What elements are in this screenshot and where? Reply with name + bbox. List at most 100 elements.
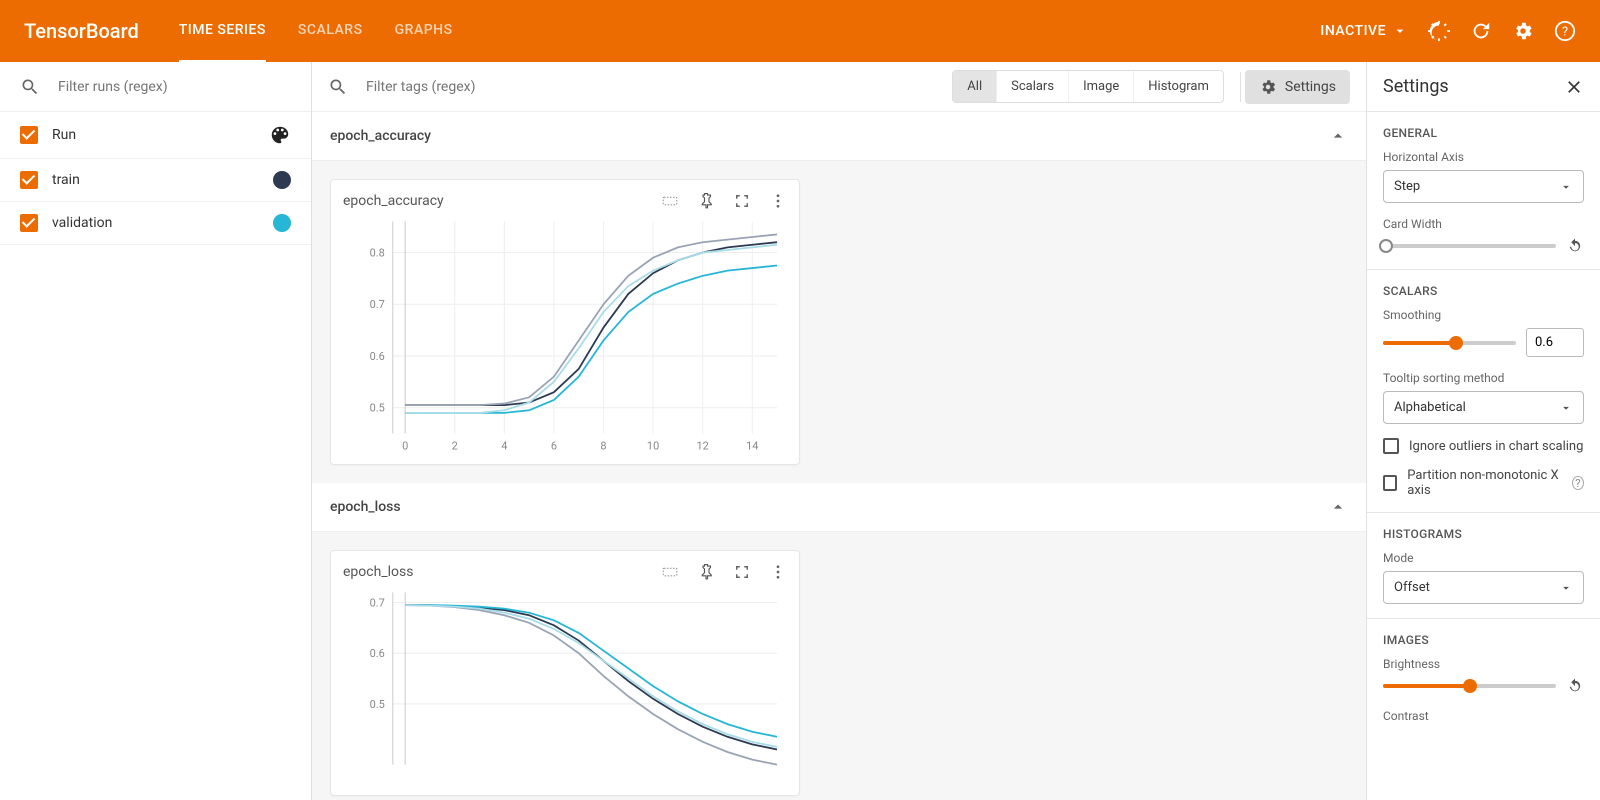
- mode-value: Offset: [1394, 580, 1430, 595]
- tag-filter: [328, 77, 952, 97]
- run-row-validation[interactable]: validation: [0, 202, 311, 245]
- axis-value: Step: [1394, 179, 1420, 194]
- checkbox-icon[interactable]: [20, 126, 38, 144]
- run-row-train[interactable]: train: [0, 159, 311, 202]
- runs-filter-input[interactable]: [58, 79, 291, 95]
- main-panel: All Scalars Image Histogram Settings epo…: [312, 62, 1366, 800]
- smoothing-label: Smoothing: [1383, 308, 1584, 322]
- settings-histograms-label: HISTOGRAMS: [1383, 527, 1584, 541]
- run-row-all[interactable]: Run: [0, 112, 311, 159]
- svg-text:0.7: 0.7: [370, 298, 385, 311]
- fit-icon[interactable]: [661, 563, 679, 581]
- axis-label: Horizontal Axis: [1383, 150, 1584, 164]
- brightness-slider[interactable]: [1383, 684, 1556, 688]
- partition-checkbox[interactable]: Partition non-monotonic X axis ?: [1383, 468, 1584, 498]
- section-header-loss[interactable]: epoch_loss: [312, 483, 1366, 532]
- filter-all-button[interactable]: All: [953, 71, 997, 102]
- partition-label: Partition non-monotonic X axis: [1407, 468, 1559, 498]
- mode-label: Mode: [1383, 551, 1584, 565]
- checkbox-icon: [1383, 475, 1397, 491]
- tag-filter-input[interactable]: [366, 79, 566, 95]
- reset-icon[interactable]: [1566, 677, 1584, 695]
- fit-icon[interactable]: [661, 192, 679, 210]
- card-title: epoch_accuracy: [343, 193, 444, 209]
- card-width-slider[interactable]: [1383, 244, 1556, 248]
- svg-text:0.5: 0.5: [370, 402, 385, 415]
- runs-sidebar: Run train validation: [0, 62, 312, 800]
- chevron-up-icon: [1328, 126, 1348, 146]
- search-icon: [328, 77, 348, 97]
- tooltip-sort-label: Tooltip sorting method: [1383, 371, 1584, 385]
- card-title: epoch_loss: [343, 564, 413, 580]
- ignore-outliers-label: Ignore outliers in chart scaling: [1409, 439, 1583, 454]
- run-color-dot[interactable]: [273, 214, 291, 232]
- filter-scalars-button[interactable]: Scalars: [997, 71, 1069, 102]
- pin-icon[interactable]: [697, 563, 715, 581]
- reset-icon[interactable]: [1566, 237, 1584, 255]
- svg-text:14: 14: [746, 439, 758, 452]
- svg-text:2: 2: [452, 439, 458, 452]
- main-toolbar: All Scalars Image Histogram Settings: [312, 62, 1366, 112]
- histogram-mode-select[interactable]: Offset: [1383, 571, 1584, 604]
- settings-scalars-label: SCALARS: [1383, 284, 1584, 298]
- chevron-down-icon: [1559, 581, 1573, 595]
- fullscreen-icon[interactable]: [733, 563, 751, 581]
- smoothing-slider[interactable]: [1383, 341, 1516, 345]
- fullscreen-icon[interactable]: [733, 192, 751, 210]
- palette-icon[interactable]: [269, 124, 291, 146]
- refresh-icon[interactable]: [1470, 20, 1492, 42]
- theme-toggle-icon[interactable]: [1428, 20, 1450, 42]
- pin-icon[interactable]: [697, 192, 715, 210]
- settings-toggle-button[interactable]: Settings: [1245, 70, 1350, 104]
- tooltip-sort-select[interactable]: Alphabetical: [1383, 391, 1584, 424]
- chart-loss[interactable]: 0.50.60.7: [343, 587, 787, 787]
- close-icon[interactable]: [1564, 77, 1584, 97]
- svg-text:10: 10: [647, 439, 659, 452]
- smoothing-input[interactable]: [1526, 328, 1584, 357]
- contrast-label: Contrast: [1383, 709, 1584, 723]
- svg-text:4: 4: [501, 439, 507, 452]
- svg-text:12: 12: [697, 439, 709, 452]
- settings-general-label: GENERAL: [1383, 126, 1584, 140]
- help-icon[interactable]: ?: [1554, 20, 1576, 42]
- chevron-down-icon: [1392, 23, 1408, 39]
- section-header-accuracy[interactable]: epoch_accuracy: [312, 112, 1366, 161]
- checkbox-icon[interactable]: [20, 214, 38, 232]
- chart-card-loss: epoch_loss 0.50.60.7: [330, 550, 800, 796]
- run-label: validation: [52, 215, 112, 231]
- logo: TensorBoard: [24, 19, 139, 43]
- runs-filter-bar: [0, 62, 311, 112]
- reload-status-button[interactable]: INACTIVE: [1320, 23, 1408, 39]
- filter-image-button[interactable]: Image: [1069, 71, 1134, 102]
- filter-histogram-button[interactable]: Histogram: [1134, 71, 1223, 102]
- card-width-label: Card Width: [1383, 217, 1584, 231]
- tab-scalars[interactable]: SCALARS: [298, 0, 363, 62]
- settings-button-label: Settings: [1285, 79, 1336, 95]
- tag-type-filter: All Scalars Image Histogram: [952, 70, 1224, 103]
- more-icon[interactable]: [769, 192, 787, 210]
- run-color-dot[interactable]: [273, 171, 291, 189]
- search-icon: [20, 77, 40, 97]
- svg-text:0.6: 0.6: [370, 647, 385, 660]
- header-actions: INACTIVE ?: [1320, 20, 1576, 42]
- checkbox-icon[interactable]: [20, 171, 38, 189]
- ignore-outliers-checkbox[interactable]: Ignore outliers in chart scaling: [1383, 438, 1584, 454]
- gear-icon[interactable]: [1512, 20, 1534, 42]
- run-label: Run: [52, 127, 76, 143]
- tab-graphs[interactable]: GRAPHS: [395, 0, 453, 62]
- divider: [1240, 72, 1241, 102]
- svg-text:0.6: 0.6: [370, 350, 385, 363]
- more-icon[interactable]: [769, 563, 787, 581]
- settings-images-label: IMAGES: [1383, 633, 1584, 647]
- svg-text:0: 0: [402, 439, 408, 452]
- tab-time-series[interactable]: TIME SERIES: [179, 0, 266, 62]
- horizontal-axis-select[interactable]: Step: [1383, 170, 1584, 203]
- gear-icon: [1259, 78, 1277, 96]
- run-label: train: [52, 172, 80, 188]
- svg-text:0.5: 0.5: [370, 698, 385, 711]
- main-content[interactable]: epoch_accuracy epoch_accuracy 0.5 0.6 0.7 0…: [312, 112, 1366, 800]
- chart-card-accuracy: epoch_accuracy 0.50.60.70.802468101214: [330, 179, 800, 465]
- help-icon[interactable]: ?: [1572, 476, 1584, 490]
- chart-accuracy[interactable]: 0.50.60.70.802468101214: [343, 216, 787, 456]
- section-title: epoch_loss: [330, 499, 401, 515]
